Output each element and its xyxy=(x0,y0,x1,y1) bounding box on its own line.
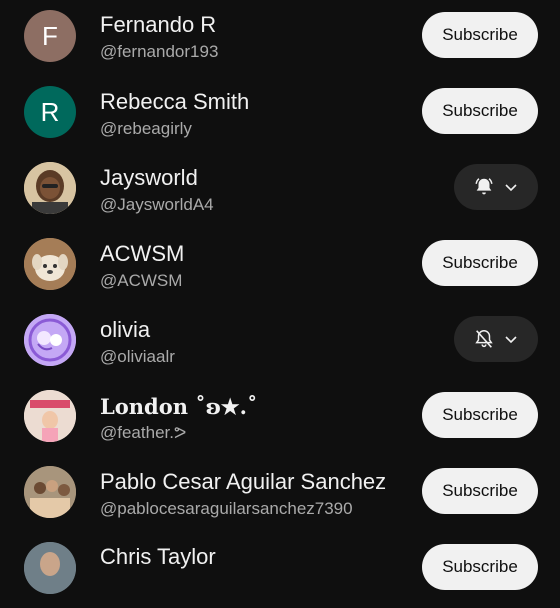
avatar-photo xyxy=(24,238,76,290)
subscribe-button[interactable]: Subscribe xyxy=(422,392,538,438)
avatar-photo xyxy=(24,314,76,366)
channel-name: olivia xyxy=(100,317,151,342)
avatar[interactable]: F xyxy=(24,10,76,62)
channel-name: ACWSM xyxy=(100,241,185,266)
avatar-letter: F xyxy=(42,20,58,51)
list-item[interactable]: Jaysworld @JaysworldA4 xyxy=(0,152,560,228)
channel-handle: @JaysworldA4 xyxy=(100,195,214,214)
subscribe-button[interactable]: Subscribe xyxy=(422,12,538,58)
channel-name: London ˚ʚ★.˚ xyxy=(100,394,258,419)
avatar-photo xyxy=(24,162,76,214)
list-item[interactable]: F Fernando R @fernandor193 Subscribe xyxy=(0,0,560,76)
channel-name: Pablo Cesar Aguilar Sanchez xyxy=(100,469,387,494)
list-item[interactable]: London ˚ʚ★.˚ @feather.ᕗ Subscribe xyxy=(0,380,560,456)
subscribe-button[interactable]: Subscribe xyxy=(422,468,538,514)
bell-filled-icon xyxy=(473,176,495,198)
avatar[interactable] xyxy=(24,542,76,594)
subscribe-button[interactable]: Subscribe xyxy=(422,544,538,590)
avatar[interactable] xyxy=(24,314,76,366)
list-item[interactable]: olivia @oliviaalr xyxy=(0,304,560,380)
chevron-down-icon xyxy=(503,331,519,347)
list-item[interactable]: Pablo Cesar Aguilar Sanchez @pablocesara… xyxy=(0,456,560,532)
avatar[interactable] xyxy=(24,466,76,518)
avatar-photo xyxy=(24,466,76,518)
channel-name: Rebecca Smith xyxy=(100,89,250,114)
channel-handle: @pablocesaraguilarsanchez7390 xyxy=(100,499,353,518)
subscribe-button[interactable]: Subscribe xyxy=(422,240,538,286)
notification-settings-button[interactable] xyxy=(454,316,538,362)
notification-settings-button[interactable] xyxy=(454,164,538,210)
avatar[interactable] xyxy=(24,238,76,290)
avatar-photo xyxy=(24,390,76,442)
channel-handle: @feather.ᕗ xyxy=(100,423,187,442)
channel-name: Fernando R xyxy=(100,12,217,37)
channel-handle: @fernandor193 xyxy=(100,42,219,61)
channel-handle: @rebeagirly xyxy=(100,119,192,138)
channel-name: Jaysworld xyxy=(100,165,198,190)
avatar-letter: R xyxy=(40,96,60,127)
avatar-photo xyxy=(24,542,76,594)
bell-off-icon xyxy=(473,328,495,350)
channel-handle: @ACWSM xyxy=(100,271,183,290)
subscribe-button[interactable]: Subscribe xyxy=(422,88,538,134)
avatar[interactable] xyxy=(24,162,76,214)
list-item[interactable]: Chris Taylor Subscribe xyxy=(0,532,560,608)
avatar[interactable] xyxy=(24,390,76,442)
channel-name: Chris Taylor xyxy=(100,544,216,569)
channel-handle: @oliviaalr xyxy=(100,347,175,366)
list-item[interactable]: R Rebecca Smith @rebeagirly Subscribe xyxy=(0,76,560,152)
avatar[interactable]: R xyxy=(24,86,76,138)
list-item[interactable]: ACWSM @ACWSM Subscribe xyxy=(0,228,560,304)
chevron-down-icon xyxy=(503,179,519,195)
